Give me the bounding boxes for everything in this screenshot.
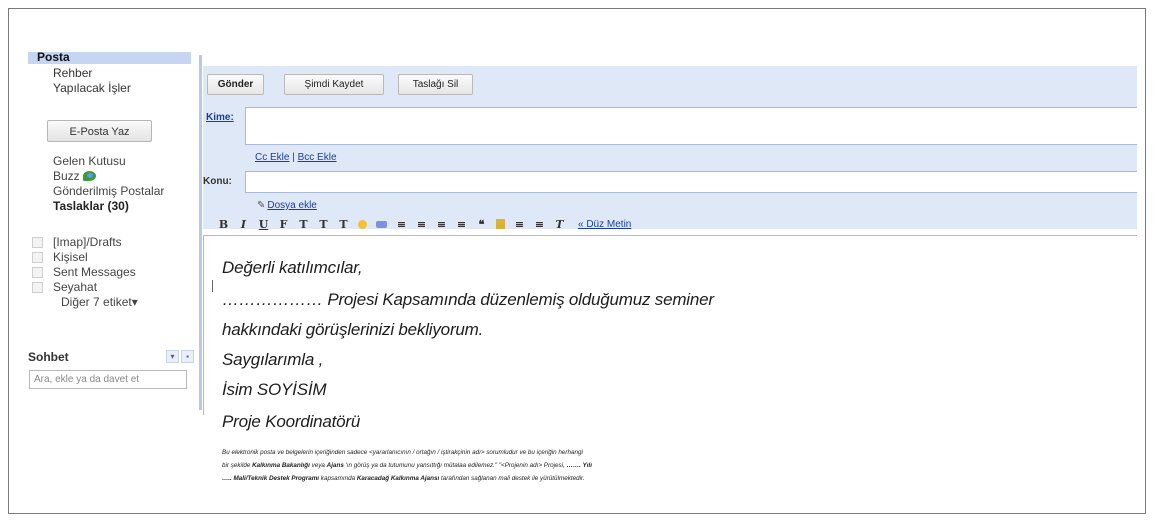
label-color-swatch	[32, 252, 43, 263]
message-greeting: Değerli katılımcılar,	[222, 258, 363, 277]
message-line: ……………… Projesi Kapsamında düzenlemiş old…	[222, 290, 714, 309]
folder-sent[interactable]: Gönderilmiş Postalar	[53, 184, 164, 198]
disclaimer-line: ….. Mali/Teknik Destek Programı kapsamın…	[222, 472, 842, 485]
compose-toolbar: Gönder Şimdi Kaydet Taslağı Sil	[203, 66, 1137, 99]
folder-buzz[interactable]: Buzz	[53, 169, 96, 183]
disclaimer-text: kapsamında	[319, 475, 357, 482]
label-travel[interactable]: Seyahat	[53, 280, 97, 294]
align-right-icon[interactable]: ≡	[534, 218, 545, 231]
link-icon[interactable]	[376, 220, 387, 228]
nav-mail-label: Posta	[37, 50, 70, 64]
compose-left-border	[199, 55, 202, 410]
sidebar: Posta Rehber Yapılacak İşler E-Posta Yaz…	[28, 44, 194, 414]
nav-contacts[interactable]: Rehber	[53, 66, 92, 80]
numbered-list-icon[interactable]: ≡	[396, 218, 407, 231]
attach-file-link[interactable]: ✎ Dosya ekle	[257, 200, 317, 211]
text-color-icon[interactable]: T	[318, 218, 329, 231]
paperclip-icon: ✎	[257, 200, 266, 211]
folder-drafts[interactable]: Taslaklar (30)	[53, 199, 129, 213]
indent-less-icon[interactable]: ≡	[436, 218, 447, 231]
disclaimer-text: tarafından sağlanan mali destek ile yürü…	[439, 475, 585, 482]
disclaimer-agency-name: Karacadağ Kalkınma Ajansı	[356, 475, 440, 482]
folder-inbox[interactable]: Gelen Kutusu	[53, 154, 126, 168]
subject-field[interactable]	[245, 171, 1137, 193]
compose-header: Kime: Cc Ekle | Bcc Ekle Konu: ✎ Dosya ek…	[203, 99, 1137, 232]
italic-icon[interactable]: I	[238, 218, 249, 231]
message-signature-name: İsim SOYİSİM	[222, 380, 327, 399]
chat-search-input[interactable]: Ara, ekle ya da davet et	[29, 370, 187, 389]
chat-options-icon[interactable]: ▾	[166, 350, 179, 363]
bulleted-list-icon[interactable]: ≡	[416, 218, 427, 231]
text-cursor	[212, 280, 213, 292]
highlight-icon[interactable]: T	[338, 218, 349, 231]
disclaimer-agency: Ajans	[326, 462, 344, 469]
disclaimer-text: 'ın görüş ya da tutumunu yansıttığı müta…	[343, 462, 567, 469]
more-labels-link[interactable]: Diğer 7 etiket▾	[61, 295, 138, 309]
chat-title: Sohbet	[28, 350, 69, 364]
folder-buzz-label: Buzz	[53, 169, 80, 183]
disclaimer-text: Bu elektronik posta ve belgelerin içeriğ…	[222, 446, 842, 485]
to-field[interactable]	[245, 107, 1137, 145]
remove-formatting-icon[interactable]: T	[554, 218, 565, 231]
save-now-button[interactable]: Şimdi Kaydet	[284, 74, 384, 95]
align-center-icon[interactable]: ≡	[514, 218, 525, 231]
cc-bcc-links: Cc Ekle | Bcc Ekle	[255, 152, 337, 163]
attach-file-label: Dosya ekle	[267, 200, 317, 211]
buzz-icon	[82, 171, 96, 181]
disclaimer-line: Bu elektronik posta ve belgelerin içeriğ…	[222, 449, 583, 456]
plain-text-link[interactable]: « Düz Metin	[578, 219, 631, 230]
add-cc-link[interactable]: Cc Ekle	[255, 152, 289, 163]
underline-icon[interactable]: U	[258, 218, 269, 231]
add-bcc-link[interactable]: Bcc Ekle	[298, 152, 337, 163]
font-size-icon[interactable]: T	[298, 218, 309, 231]
label-color-swatch	[32, 267, 43, 278]
disclaimer-year: ……. Yılı	[566, 462, 592, 469]
nav-mail[interactable]: Posta	[28, 50, 191, 64]
label-color-swatch	[32, 282, 43, 293]
quote-icon[interactable]: ❝	[476, 218, 487, 231]
cc-bcc-separator: |	[289, 152, 298, 163]
compose-button[interactable]: E-Posta Yaz	[47, 120, 152, 142]
chat-minimize-icon[interactable]: ▪	[181, 350, 194, 363]
message-closing: Saygılarımla ,	[222, 350, 324, 369]
emoji-icon[interactable]	[358, 219, 367, 229]
label-color-swatch	[32, 237, 43, 248]
send-button[interactable]: Gönder	[207, 74, 264, 95]
nav-tasks[interactable]: Yapılacak İşler	[53, 81, 131, 95]
bold-icon[interactable]: B	[218, 218, 229, 231]
label-personal[interactable]: Kişisel	[53, 250, 88, 264]
indent-more-icon[interactable]: ≡	[456, 218, 467, 231]
discard-draft-button[interactable]: Taslağı Sil	[398, 74, 473, 95]
align-left-icon[interactable]	[496, 219, 505, 229]
disclaimer-text: veya	[309, 462, 327, 469]
font-icon[interactable]: F	[278, 218, 289, 231]
disclaimer-text: bir şekilde	[222, 462, 253, 469]
compose-panel: Gönder Şimdi Kaydet Taslağı Sil Kime: Cc…	[199, 55, 1137, 415]
disclaimer-program: ….. Mali/Teknik Destek Programı	[222, 475, 320, 482]
label-sent-messages[interactable]: Sent Messages	[53, 265, 136, 279]
message-line: hakkındaki görüşlerinizi bekliyorum.	[222, 320, 484, 339]
disclaimer-line: bir şekilde Kalkınma Bakanlığı veya Ajan…	[222, 459, 842, 472]
label-imap-drafts[interactable]: [Imap]/Drafts	[53, 235, 122, 249]
formatting-toolbar: B I U F T T T ≡ ≡ ≡ ≡ ❝ ≡ ≡ T « Düz Meti…	[218, 216, 632, 232]
disclaimer-ministry: Kalkınma Bakanlığı	[252, 462, 310, 469]
message-signature-title: Proje Koordinatörü	[222, 412, 361, 431]
subject-label: Konu:	[203, 176, 232, 187]
to-label[interactable]: Kime:	[206, 112, 234, 123]
